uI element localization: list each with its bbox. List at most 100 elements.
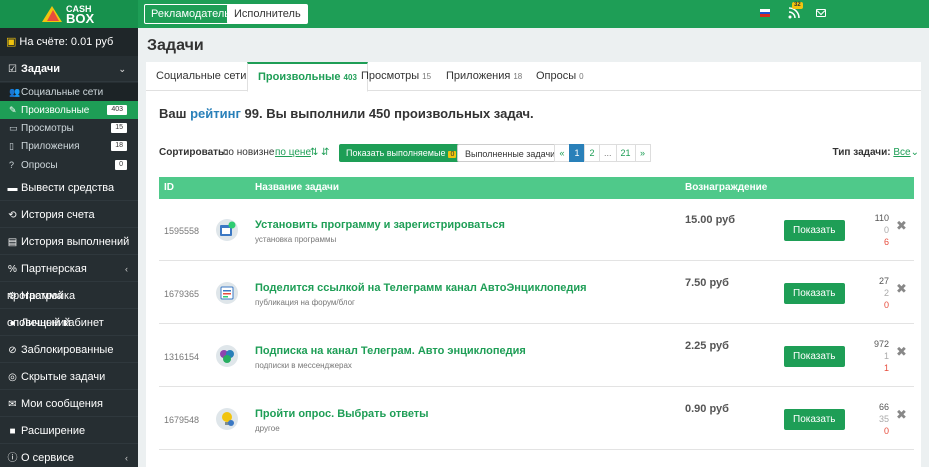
sidebar-item-partner-program[interactable]: % Партнерская программа ‹ [0, 256, 138, 302]
rating-prefix: Ваш [159, 106, 187, 121]
task-type-value[interactable]: Все [893, 147, 910, 158]
stat-rejected: 0 [883, 300, 889, 310]
sidebar-item-label: Заблокированные [21, 344, 114, 356]
sidebar-item-blocked[interactable]: ⊘ Заблокированные [0, 337, 138, 363]
tab-count: 403 [343, 73, 357, 82]
tab-polls[interactable]: Опросы 0 [536, 62, 584, 91]
show-task-button[interactable]: Показать [784, 409, 845, 430]
task-title-link[interactable]: Поделится ссылкой на Телеграмм канал Авт… [255, 282, 587, 294]
stat-pending: 35 [878, 414, 889, 424]
sidebar-item-extension[interactable]: ■ Расширение [0, 418, 138, 444]
page-next[interactable]: » [634, 144, 651, 162]
sidebar-item-label: Мои сообщения [21, 398, 103, 410]
sort-by-price[interactable]: по цене [275, 144, 311, 162]
page-2[interactable]: 2 [584, 144, 600, 162]
task-category: подписки в мессенджерах [255, 361, 352, 370]
show-in-progress-button[interactable]: Показать выполняемые 0 [339, 144, 464, 162]
sidebar-sub-views[interactable]: ▭ Просмотры 15 [0, 119, 138, 137]
task-reward: 2.25 руб [685, 340, 729, 352]
sidebar-item-hidden-tasks[interactable]: ◎ Скрытые задачи [0, 364, 138, 390]
tab-views[interactable]: Просмотры 15 [361, 62, 431, 91]
hide-task-close-icon[interactable]: ✖ [896, 281, 907, 297]
column-name: Название задачи [255, 182, 339, 193]
sidebar-sub-apps[interactable]: ▯ Приложения 18 [0, 137, 138, 155]
hide-task-close-icon[interactable]: ✖ [896, 407, 907, 423]
task-title-link[interactable]: Подписка на канал Телеграм. Авто энцикло… [255, 345, 526, 357]
task-reward: 15.00 руб [685, 214, 736, 226]
sidebar-item-account-history[interactable]: ⟲ История счета [0, 202, 138, 228]
tab-apps[interactable]: Приложения 18 [446, 62, 522, 91]
advertiser-button[interactable]: Рекламодатель [144, 4, 237, 24]
hide-task-close-icon[interactable]: ✖ [896, 218, 907, 234]
sidebar-item-completion-history[interactable]: ▤ История выполнений [0, 229, 138, 255]
tab-custom[interactable]: Произвольные 403 [247, 62, 368, 92]
sidebar-item-notification-settings[interactable]: ⚙ Настройка оповещений [0, 283, 138, 329]
stat-rejected: 1 [883, 363, 889, 373]
logo-icon [42, 4, 62, 24]
task-type-filter[interactable]: Тип задачи: Все⌄ [833, 144, 919, 162]
column-id: ID [164, 182, 174, 193]
history-icon: ⟲ [8, 210, 17, 221]
sidebar-sub-social[interactable]: 👥Социальные сети [0, 83, 138, 101]
show-in-progress-label: Показать выполняемые [346, 148, 446, 158]
forum-post-icon [216, 282, 238, 304]
mail-icon[interactable] [816, 9, 826, 17]
sidebar-sub-polls[interactable]: ? Опросы 0 [0, 156, 138, 174]
sidebar-item-profile[interactable]: ● Личный кабинет [0, 310, 138, 336]
tab-label: Произвольные [258, 71, 341, 83]
install-app-icon [216, 219, 238, 241]
table-row: 1679548 Пройти опрос. Выбрать ответы дру… [159, 388, 914, 450]
completed-tasks-button[interactable]: Выполненные задачи [457, 144, 564, 162]
sidebar-item-about[interactable]: ⓘ О сервисе ‹ [0, 445, 138, 467]
count-badge: 0 [115, 160, 127, 170]
page-21[interactable]: 21 [615, 144, 636, 162]
task-id: 1316154 [164, 352, 200, 362]
stat-rejected: 0 [883, 426, 889, 436]
sidebar-sub-label: Опросы [21, 160, 58, 171]
controls-bar: Сортировать: по новизне по цене ⇅ ⇵ Пока… [159, 144, 919, 164]
tab-label: Просмотры [361, 70, 420, 82]
sidebar-sub-label: Приложения [21, 141, 80, 152]
sidebar-sub-label: Социальные сети [21, 87, 104, 98]
count-badge: 15 [111, 123, 127, 133]
tasks-panel: Социальные сети Произвольные 403 Просмотр… [146, 62, 921, 467]
russian-flag-icon[interactable] [760, 9, 770, 17]
sidebar-item-label: Задачи [21, 63, 60, 75]
tab-label: Приложения [446, 70, 511, 82]
task-category: другое [255, 424, 280, 433]
task-title-link[interactable]: Установить программу и зарегистрироватьс… [255, 219, 505, 231]
count-badge: 18 [111, 141, 127, 151]
sidebar-sub-custom[interactable]: ✎ Произвольные 403 [0, 101, 138, 119]
rss-badge: 32 [792, 2, 803, 9]
sidebar-item-messages[interactable]: ✉ Мои сообщения [0, 391, 138, 417]
tab-count: 18 [513, 72, 523, 81]
page-1[interactable]: 1 [569, 144, 585, 162]
balance[interactable]: ▣ На счёте: 0.01 руб [0, 28, 138, 56]
task-stats: 972 1 1 [859, 338, 889, 374]
logo[interactable]: CASH BOX [0, 0, 138, 28]
screen-icon: ▭ [9, 123, 18, 133]
sort-by-new[interactable]: по новизне [223, 144, 274, 162]
task-id: 1679548 [164, 415, 200, 425]
rating-link[interactable]: рейтинг [190, 106, 241, 121]
show-task-button[interactable]: Показать [784, 346, 845, 367]
sidebar-item-tasks[interactable]: ☑ Задачи ⌄ [0, 56, 138, 82]
hide-task-close-icon[interactable]: ✖ [896, 344, 907, 360]
show-task-button[interactable]: Показать [784, 220, 845, 241]
page-prev[interactable]: « [554, 144, 570, 162]
tasks-icon: ✎ [9, 105, 17, 115]
task-title-link[interactable]: Пройти опрос. Выбрать ответы [255, 408, 429, 420]
mobile-icon: ▯ [9, 141, 14, 151]
task-stats: 66 35 0 [859, 401, 889, 437]
sort-order-icon[interactable]: ⇅ ⇵ [310, 144, 330, 162]
sidebar-item-withdraw[interactable]: ▬ Вывести средства [0, 175, 138, 201]
tab-label: Опросы [536, 70, 577, 82]
page-ellipsis: ... [599, 144, 617, 162]
chevron-down-icon: ⌄ [910, 147, 919, 158]
sort-label: Сортировать: [159, 147, 228, 158]
messenger-icon [216, 345, 238, 367]
show-task-button[interactable]: Показать [784, 283, 845, 304]
executor-button[interactable]: Исполнитель [227, 4, 308, 24]
tab-social[interactable]: Социальные сети [156, 62, 246, 91]
user-icon: ● [9, 318, 16, 329]
